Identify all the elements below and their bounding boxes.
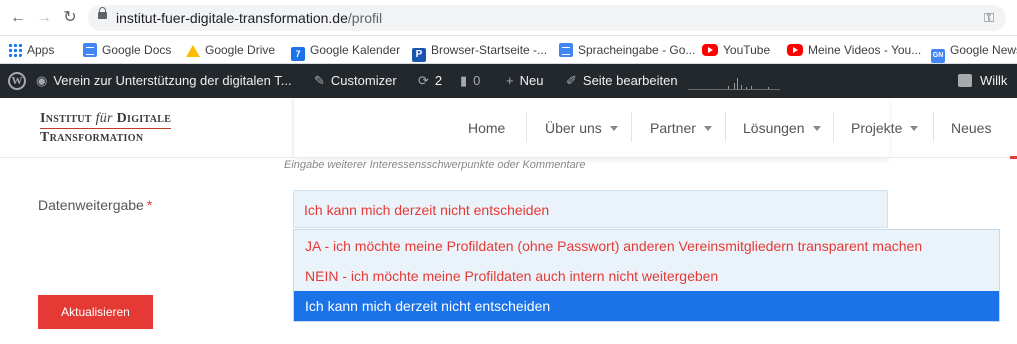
site-name-label: Verein zur Unterstützung der digitalen T… <box>53 73 292 88</box>
bookmark-label: Spracheingabe - Go... <box>578 43 696 57</box>
nav-label: Projekte <box>851 120 903 136</box>
bookmark-meine-videos[interactable]: Meine Videos - You... <box>787 41 921 59</box>
select-dropdown-list: JA - ich möchte meine Profildaten (ohne … <box>293 229 1000 322</box>
google-drive-icon <box>186 45 200 57</box>
nav-divider <box>526 112 527 142</box>
bookmark-apps[interactable]: Apps <box>8 41 54 59</box>
key-icon[interactable]: ⚿ <box>984 10 994 26</box>
bookmark-google-docs[interactable]: Google Docs <box>83 41 171 59</box>
bookmark-label: Apps <box>27 43 55 57</box>
field-hint: Eingabe weiterer Interessensschwerpunkte… <box>284 159 586 171</box>
plus-icon: + <box>506 73 514 88</box>
edit-page-label: Seite bearbeiten <box>582 73 678 88</box>
chevron-down-icon <box>609 126 618 131</box>
bookmark-label: Google Drive <box>205 43 276 57</box>
nav-label: Partner <box>650 120 696 136</box>
bookmark-google-news[interactable]: GN Google News <box>931 41 1017 63</box>
bookmark-spracheingabe[interactable]: Spracheingabe - Go... <box>559 41 695 59</box>
aktualisieren-button[interactable]: Aktualisieren <box>38 295 153 329</box>
nav-divider <box>833 112 834 142</box>
nav-ueber-uns[interactable]: Über uns <box>545 120 618 136</box>
dropdown-option-ja[interactable]: JA - ich möchte meine Profildaten (ohne … <box>294 231 999 261</box>
updates-icon: ⟳ <box>418 73 429 88</box>
comment-icon: ▮ <box>460 73 468 88</box>
logo-word-institut: Institut <box>40 111 96 126</box>
nav-divider <box>725 112 726 142</box>
adminbar-comments[interactable]: ▮ 0 <box>460 64 480 98</box>
youtube-icon <box>787 44 803 56</box>
site-header: Institut für Digitale Transformation Hom… <box>0 98 1017 158</box>
forward-arrow-icon[interactable]: → <box>34 8 54 28</box>
dashboard-icon: ◉ <box>36 73 48 88</box>
new-label: Neu <box>519 73 544 88</box>
bookmark-label: YouTube <box>723 43 771 57</box>
nav-divider <box>631 112 632 142</box>
bookmark-google-drive[interactable]: Google Drive <box>186 41 275 59</box>
chevron-down-icon <box>812 126 821 131</box>
avatar[interactable] <box>958 74 972 87</box>
logo-word-digitale: Digitale <box>112 111 172 126</box>
adminbar-site-name[interactable]: ◉ Verein zur Unterstützung der digitalen … <box>36 64 292 98</box>
url-path: /profil <box>347 10 383 26</box>
bookmark-label: Google Kalender <box>310 43 401 57</box>
required-marker: * <box>146 197 153 213</box>
brush-icon: ✎ <box>314 73 325 88</box>
reload-icon[interactable]: ↻ <box>60 8 80 28</box>
dropdown-option-nein[interactable]: NEIN - ich möchte meine Profildaten auch… <box>294 261 999 291</box>
google-calendar-icon: 7 <box>291 47 305 61</box>
google-docs-icon <box>559 43 573 57</box>
bookmarks-bar: Apps Google Docs Google Drive 7 Google Ka… <box>0 36 1017 64</box>
bookmark-label: Google Docs <box>102 43 172 57</box>
adminbar-edit-page[interactable]: ✐ Seite bearbeiten <box>566 64 678 98</box>
url-host: institut-fuer-digitale-transformation.de <box>116 10 348 26</box>
bookmark-browser-startseite[interactable]: P Browser-Startseite -... <box>412 41 548 62</box>
wp-admin-bar: W ◉ Verein zur Unterstützung der digitale… <box>0 64 1017 98</box>
chevron-down-icon <box>910 126 919 131</box>
stats-sparkline[interactable] <box>688 74 780 90</box>
bookmark-google-kalender[interactable]: 7 Google Kalender <box>291 41 401 61</box>
youtube-icon <box>702 44 718 56</box>
logo-word-transformation: Transformation <box>40 130 144 145</box>
wordpress-logo-icon[interactable]: W <box>8 72 26 90</box>
accent-mark <box>1010 156 1017 159</box>
customizer-label: Customizer <box>330 73 397 88</box>
nav-projekte[interactable]: Projekte <box>851 120 919 136</box>
url-text: institut-fuer-digitale-transformation.de… <box>116 10 382 26</box>
logo-word-fuer: für <box>95 111 113 126</box>
bookmark-youtube[interactable]: YouTube <box>702 41 770 59</box>
select-current-value: Ich kann mich derzeit nicht entscheiden <box>304 202 550 218</box>
field-label-datenweitergabe: Datenweitergabe * <box>38 197 152 213</box>
nav-label: Über uns <box>545 120 602 136</box>
adminbar-greeting[interactable]: Willk <box>980 64 1007 98</box>
adminbar-new[interactable]: + Neu <box>506 64 543 98</box>
adminbar-customizer[interactable]: ✎ Customizer <box>314 64 397 98</box>
bookmark-label: Meine Videos - You... <box>808 43 922 57</box>
chevron-down-icon <box>703 126 712 131</box>
address-bar[interactable]: institut-fuer-digitale-transformation.de… <box>88 5 1006 31</box>
pencil-icon: ✐ <box>566 73 577 88</box>
apps-grid-icon <box>8 43 22 57</box>
p-icon: P <box>412 48 426 62</box>
updates-count: 2 <box>434 73 443 88</box>
google-docs-icon <box>83 43 97 57</box>
lock-icon <box>98 7 107 19</box>
back-arrow-icon[interactable]: ← <box>8 8 28 28</box>
adminbar-updates[interactable]: ⟳ 2 <box>418 64 442 98</box>
bookmark-label: Google News <box>950 43 1017 57</box>
field-label-text: Datenweitergabe <box>38 197 144 213</box>
dropdown-option-unentschieden[interactable]: Ich kann mich derzeit nicht entscheiden <box>294 291 999 321</box>
nav-home[interactable]: Home <box>468 120 505 136</box>
nav-loesungen[interactable]: Lösungen <box>743 120 821 136</box>
nav-partner[interactable]: Partner <box>650 120 712 136</box>
browser-address-row: ← → ↻ institut-fuer-digitale-transformat… <box>0 0 1017 36</box>
datenweitergabe-select[interactable]: Ich kann mich derzeit nicht entscheiden <box>293 190 888 228</box>
nav-label: Lösungen <box>743 120 805 136</box>
bookmark-label: Browser-Startseite -... <box>431 43 548 57</box>
google-news-icon: GN <box>931 49 945 63</box>
nav-divider <box>933 112 934 142</box>
comments-count: 0 <box>473 73 481 88</box>
nav-neues[interactable]: Neues <box>951 120 991 136</box>
site-logo[interactable]: Institut für Digitale Transformation <box>40 111 172 146</box>
